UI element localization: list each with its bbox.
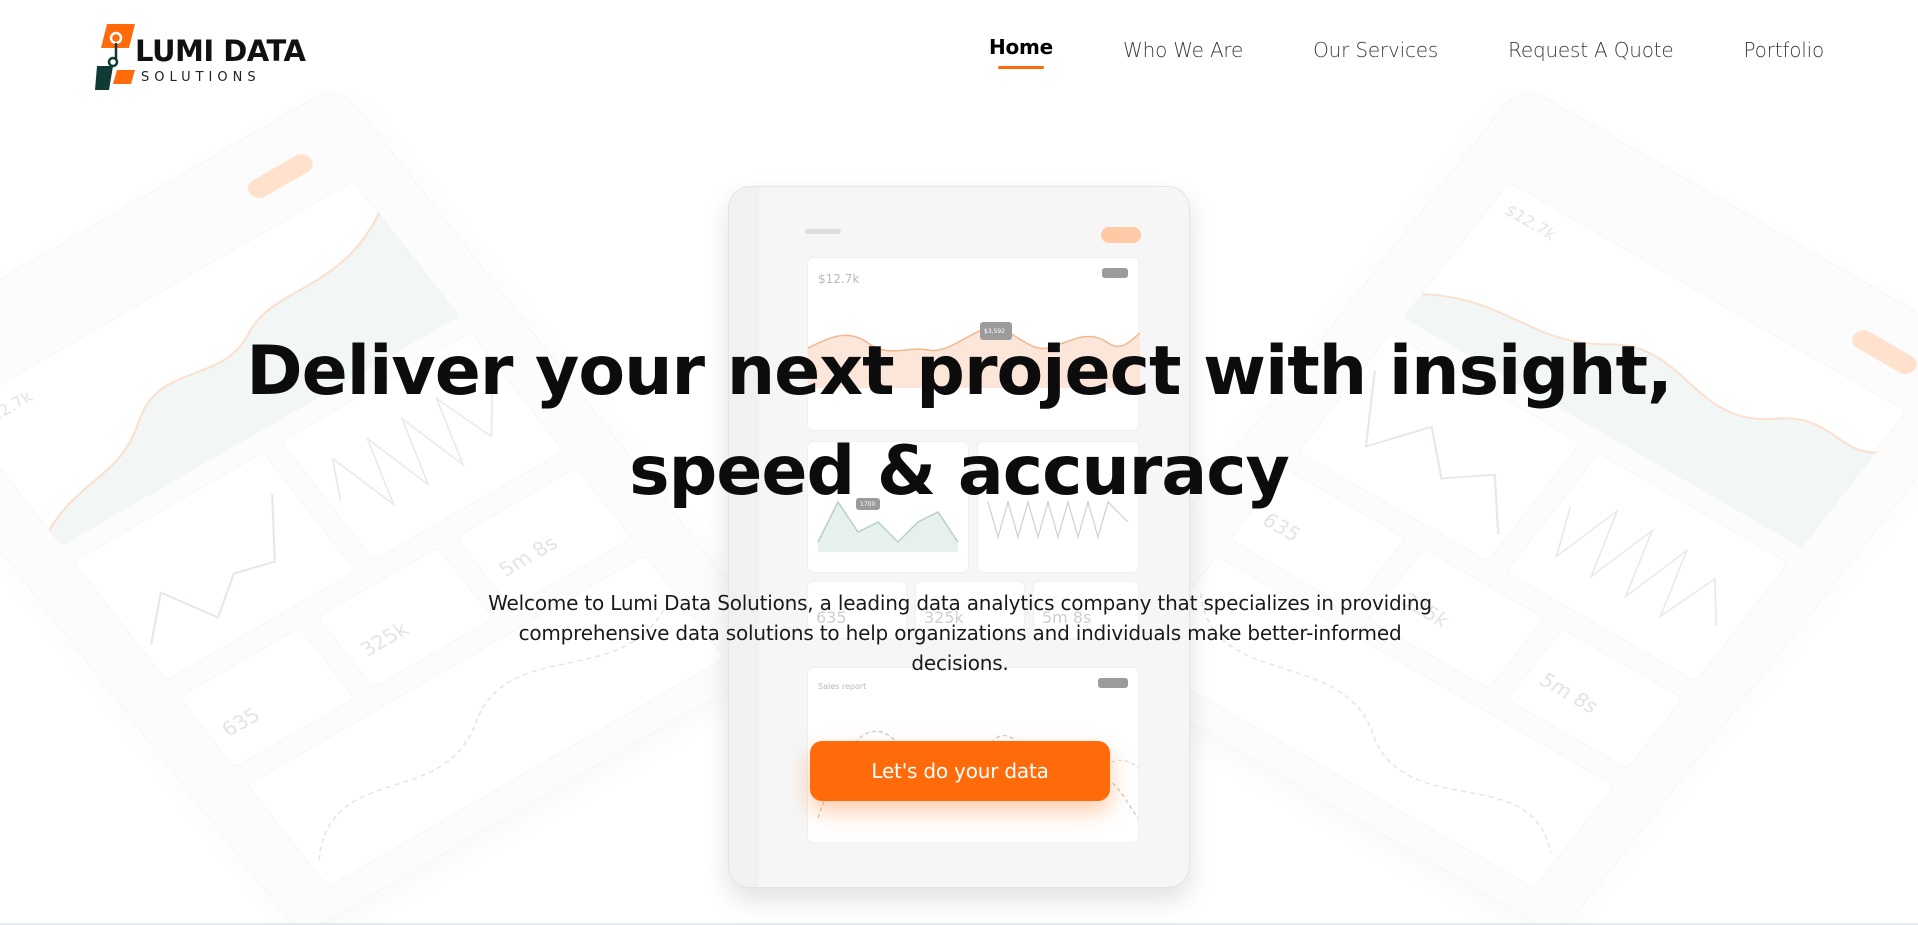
cta-button[interactable]: Let's do your data — [810, 741, 1110, 801]
hero-description: Welcome to Lumi Data Solutions, a leadin… — [488, 591, 1432, 675]
hero-title: Deliver your next project with insight, … — [0, 322, 1918, 522]
brand-name: LUMI DATA — [135, 34, 306, 68]
nav-item-label: Home — [988, 35, 1054, 59]
logo-mark-icon — [95, 24, 135, 90]
brand-logo[interactable]: LUMI DATA SOLUTIONS — [95, 22, 315, 92]
nav-item-portfolio[interactable]: Portfolio — [1743, 38, 1825, 62]
brand-tagline: SOLUTIONS — [141, 70, 261, 85]
nav-item-label: Request A Quote — [1508, 38, 1674, 62]
nav-item-request-a-quote[interactable]: Request A Quote — [1508, 38, 1674, 62]
site-header: LUMI DATA SOLUTIONS Home Who We Are Our … — [0, 0, 1918, 110]
nav-item-label: Our Services — [1313, 38, 1439, 62]
nav-item-label: Portfolio — [1743, 38, 1825, 62]
active-indicator — [997, 66, 1044, 69]
nav-item-label: Who We Are — [1123, 38, 1244, 62]
hero-title-line-1: Deliver your next project with insight, — [246, 332, 1673, 411]
hero-title-line-2: speed & accuracy — [629, 432, 1290, 511]
nav-item-our-services[interactable]: Our Services — [1313, 38, 1438, 62]
nav-item-home[interactable]: Home — [988, 35, 1054, 69]
nav-item-who-we-are[interactable]: Who We Are — [1123, 38, 1243, 62]
hero-section: Deliver your next project with insight, … — [0, 0, 1918, 925]
main-nav: Home Who We Are Our Services Request A Q… — [919, 35, 1825, 69]
